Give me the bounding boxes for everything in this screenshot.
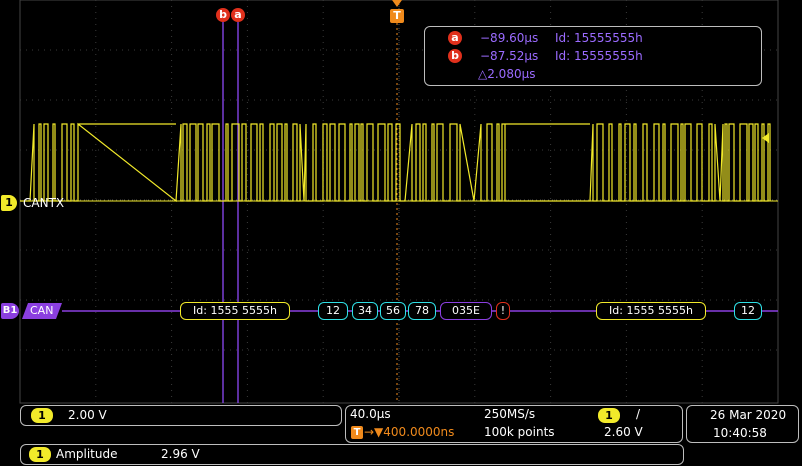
bus-packet[interactable]: 12 (318, 302, 348, 320)
cursor-delta: △2.080µs (478, 67, 536, 81)
bus-packet[interactable]: 12 (734, 302, 762, 320)
trigger-position-marker[interactable]: T (390, 9, 404, 23)
cursor-a-badge: a (448, 31, 462, 45)
measurement-name: Amplitude (56, 447, 118, 461)
bus-packet[interactable]: ! (496, 302, 510, 320)
bus-packet[interactable]: 34 (352, 302, 378, 320)
oscilloscope-screen: b a T a −89.60µs Id: 15555555h b −87.52µ… (0, 0, 802, 466)
timebase-panel[interactable]: 40.0µs 250MS/s 1 / T →▼400.0000ns 100k p… (345, 405, 683, 443)
ch1-trace (20, 122, 771, 203)
bus-packet[interactable]: 78 (408, 302, 436, 320)
trigger-position-value: →▼400.0000ns (364, 425, 455, 439)
bus-packet[interactable]: Id: 1555 5555h (596, 302, 706, 320)
trigger-position-badge: T (351, 426, 363, 439)
bus-packet[interactable]: 56 (380, 302, 406, 320)
measurement-value: 2.96 V (161, 447, 200, 461)
ch1-scale-badge: 1 (31, 408, 53, 423)
ch1-scale-value: 2.00 V (68, 408, 107, 422)
bus-label-tag: CAN (22, 303, 62, 319)
trigger-level-arrow-icon (762, 133, 769, 143)
bus-packet[interactable]: Id: 1555 5555h (180, 302, 290, 320)
bus-position-marker[interactable]: B1 (1, 303, 19, 319)
ch1-label: CANTX (23, 196, 65, 210)
trigger-arrow-icon (392, 0, 402, 7)
ch1-ground-marker[interactable]: 1 (1, 195, 17, 211)
timebase-value: 40.0µs (350, 407, 391, 421)
cursor-b-id: Id: 15555555h (555, 49, 643, 63)
cursor-a-marker[interactable]: a (231, 8, 245, 22)
cursor-readout-panel: a −89.60µs Id: 15555555h b −87.52µs Id: … (424, 26, 762, 86)
measurement-panel[interactable]: 1 Amplitude 2.96 V (20, 444, 684, 465)
ch1-scale-panel[interactable]: 1 2.00 V (20, 405, 342, 426)
cursor-a-id: Id: 15555555h (555, 31, 643, 45)
cursor-lines (222, 22, 398, 403)
cursor-b-badge: b (448, 49, 462, 63)
date-display: 26 Mar 2020 (710, 408, 787, 422)
record-length: 100k points (484, 425, 555, 439)
trigger-channel-badge: 1 (598, 408, 620, 423)
measurement-channel-badge: 1 (29, 447, 51, 462)
sample-rate: 250MS/s (484, 407, 536, 421)
bus-packet[interactable]: 035E (440, 302, 492, 320)
time-display: 10:40:58 (713, 426, 767, 440)
cursor-b-marker[interactable]: b (216, 8, 230, 22)
cursor-b-time: −87.52µs (480, 49, 539, 63)
date-time-panel: 26 Mar 2020 10:40:58 (686, 405, 799, 443)
trigger-slope-icon: / (636, 407, 641, 421)
cursor-a-time: −89.60µs (480, 31, 539, 45)
trigger-level-value: 2.60 V (604, 425, 643, 439)
